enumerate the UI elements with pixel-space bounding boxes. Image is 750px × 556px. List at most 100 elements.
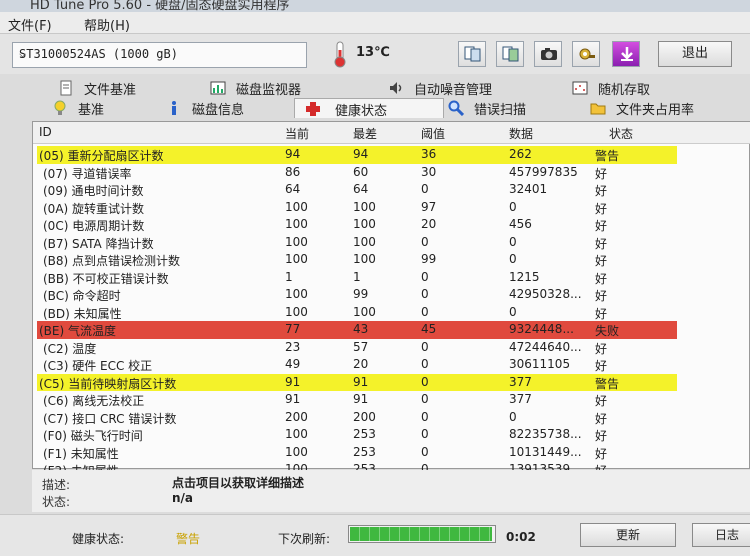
current-value: 100 — [285, 234, 308, 249]
tab-error-scan[interactable]: 错误扫描 — [448, 98, 578, 118]
table-row[interactable]: (07) 寻道错误率 86 60 30 457997835 好 — [33, 164, 750, 182]
raw-data: 32401 — [509, 182, 548, 196]
threshold-value: 30 — [421, 164, 437, 179]
drive-select[interactable]: ST31000524AS (1000 gB) ⌵ — [12, 42, 307, 68]
raw-data: 0 — [509, 252, 517, 266]
table-row[interactable]: (B8) 点到点错误检测计数 100 100 99 0 好 — [33, 251, 750, 269]
column-header-worst[interactable]: 最差 — [353, 125, 377, 142]
copy-all-button[interactable] — [496, 41, 524, 67]
column-header-current[interactable]: 当前 — [285, 125, 309, 142]
column-header-data[interactable]: 数据 — [509, 125, 533, 142]
tab-label: 随机存取 — [598, 83, 651, 98]
tab-folder-usage[interactable]: 文件夹占用率 — [590, 98, 740, 118]
tab-disk-info[interactable]: 磁盘信息 — [166, 98, 286, 118]
tab-benchmark[interactable]: 基准 — [52, 98, 162, 118]
threshold-value: 36 — [421, 147, 437, 161]
magnifier-icon — [448, 100, 464, 116]
attribute-name: (C5) 当前待映射扇区计数 — [39, 376, 177, 391]
worst-value: 1 — [353, 269, 361, 284]
table-row[interactable]: (C3) 硬件 ECC 校正 49 20 0 30611105 好 — [33, 356, 750, 374]
tab-label: 错误扫描 — [474, 103, 527, 118]
table-row[interactable]: (0C) 电源周期计数 100 100 20 456 好 — [33, 216, 750, 234]
tab-label: 磁盘监视器 — [236, 83, 302, 98]
log-button[interactable]: 日志 — [692, 523, 750, 547]
raw-data: 0 — [509, 234, 517, 249]
worst-value: 94 — [353, 147, 369, 161]
current-value: 100 — [285, 427, 308, 441]
threshold-value: 0 — [421, 392, 429, 406]
attribute-name: (C7) 接口 CRC 错误计数 — [43, 411, 177, 426]
copy-info-button[interactable] — [458, 41, 486, 67]
status-value: 好 — [595, 306, 608, 321]
tab-health[interactable]: 健康状态 — [294, 98, 444, 119]
status-value: 警告 — [595, 376, 620, 391]
health-cross-icon — [306, 102, 320, 116]
smart-table: ID 当前 最差 阈值 数据 状态 (05) 重新分配扇区计数 94 94 36 262… — [32, 121, 750, 478]
attribute-name: (C6) 离线无法校正 — [43, 394, 145, 408]
column-header-status[interactable]: 状态 — [609, 125, 633, 142]
table-row[interactable]: (0A) 旋转重试计数 100 100 97 0 好 — [33, 199, 750, 217]
threshold-value: 0 — [421, 409, 429, 424]
download-arrow-icon — [621, 47, 633, 61]
threshold-value: 45 — [421, 322, 437, 336]
raw-data: 82235738... — [509, 427, 582, 441]
next-refresh-label: 下次刷新: — [278, 532, 331, 546]
description-value: 点击项目以获取详细描述 — [172, 476, 305, 490]
status-value: 好 — [595, 201, 608, 216]
health-status-label: 健康状态: — [72, 532, 125, 546]
status-value: 好 — [595, 429, 608, 443]
document-icon — [60, 80, 72, 96]
title-bar: HD Tune Pro 5.60 - 硬盘/固态硬盘实用程序 — [0, 0, 750, 12]
threshold-value: 0 — [421, 339, 429, 354]
table-row[interactable]: (C7) 接口 CRC 错误计数 200 200 0 0 好 — [33, 409, 750, 427]
status-value: 好 — [595, 411, 608, 426]
refresh-progress-bar — [348, 525, 496, 543]
temperature-readout: 13℃ — [356, 45, 390, 60]
worst-value: 100 — [353, 252, 376, 266]
screenshot-button[interactable] — [534, 41, 562, 67]
camera-icon — [541, 48, 557, 60]
menu-file[interactable]: 文件(F) — [8, 15, 52, 34]
status-value: 好 — [595, 341, 608, 356]
table-row[interactable]: (C5) 当前待映射扇区计数 91 91 0 377 警告 — [37, 373, 677, 391]
column-header-threshold[interactable]: 阈值 — [421, 125, 445, 142]
table-row[interactable]: (BC) 命令超时 100 99 0 42950328... 好 — [33, 286, 750, 304]
table-row[interactable]: (C6) 离线无法校正 91 91 0 377 好 — [33, 391, 750, 409]
tab-label: 健康状态 — [335, 104, 388, 119]
column-header-id[interactable]: ID — [39, 125, 52, 139]
attribute-name: (0C) 电源周期计数 — [43, 219, 145, 233]
table-row[interactable]: (05) 重新分配扇区计数 94 94 36 262 警告 — [37, 146, 677, 164]
table-row[interactable]: (F1) 未知属性 100 253 0 10131449... 好 — [33, 444, 750, 462]
threshold-value: 99 — [421, 252, 437, 266]
status-value: 好 — [595, 446, 608, 461]
status-value: 好 — [595, 394, 608, 408]
copy-icon — [464, 46, 481, 62]
attribute-name: (F1) 未知属性 — [43, 446, 119, 461]
options-button[interactable] — [572, 41, 600, 67]
tab-row-1: 文件基准 磁盘监视器 自动噪音管理 随机存取 — [30, 78, 750, 98]
info-icon — [172, 101, 176, 115]
table-row[interactable]: (C2) 温度 23 57 0 47244640... 好 — [33, 339, 750, 357]
table-row[interactable]: (09) 通电时间计数 64 64 0 32401 好 — [33, 181, 750, 199]
table-row[interactable]: (BD) 未知属性 100 100 0 0 好 — [33, 304, 750, 322]
random-chart-icon — [572, 81, 588, 95]
save-button[interactable] — [612, 41, 640, 67]
menu-help[interactable]: 帮助(H) — [84, 15, 130, 34]
attribute-name: (09) 通电时间计数 — [43, 184, 144, 198]
folder-icon — [590, 103, 606, 115]
toolbar: ST31000524AS (1000 gB) ⌵ 13℃ 退出 — [0, 34, 750, 74]
attribute-name: (B7) SATA 降挡计数 — [43, 236, 154, 251]
table-row[interactable]: (B7) SATA 降挡计数 100 100 0 0 好 — [33, 234, 750, 252]
table-row[interactable]: (BB) 不可校正错误计数 1 1 0 1215 好 — [33, 269, 750, 287]
exit-button[interactable]: 退出 — [658, 41, 732, 67]
raw-data: 47244640... — [509, 339, 582, 354]
menu-bar: 文件(F) 帮助(H) — [0, 12, 750, 34]
tab-label: 文件基准 — [84, 83, 137, 98]
table-row[interactable]: (F0) 磁头飞行时间 100 253 0 82235738... 好 — [33, 426, 750, 444]
current-value: 64 — [285, 182, 301, 196]
table-row[interactable]: (BE) 气流温度 77 43 45 9324448... 失败 — [37, 321, 677, 339]
refresh-button[interactable]: 更新 — [580, 523, 676, 547]
current-value: 91 — [285, 392, 301, 406]
status-value: 好 — [595, 219, 608, 233]
raw-data: 0 — [509, 304, 517, 319]
